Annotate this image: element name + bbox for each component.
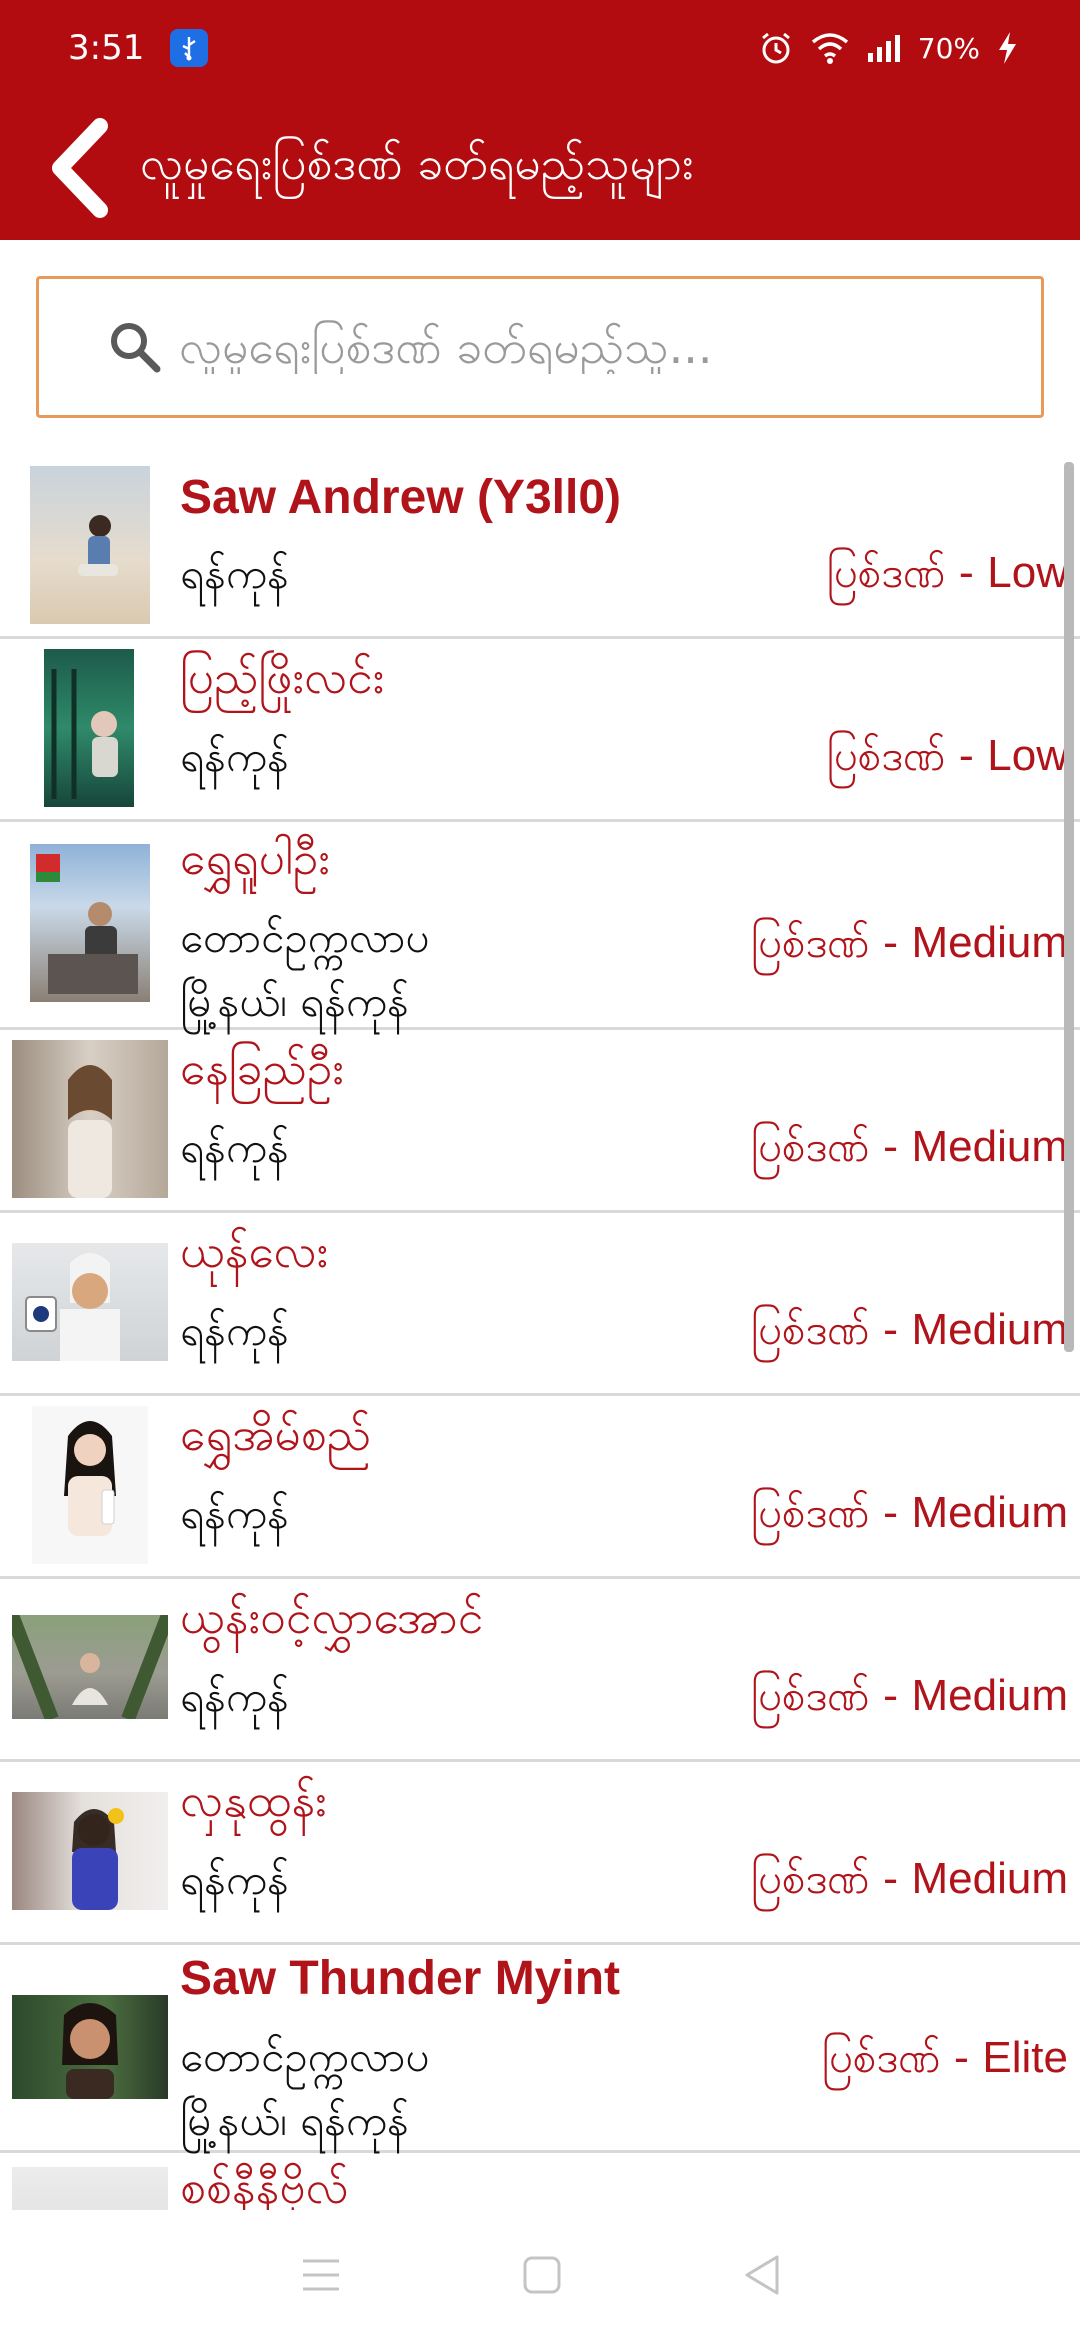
risk-label: ပြစ်ဒဏ် - bbox=[826, 548, 988, 597]
person-name: ပြည့်ဖြိုးလင်း bbox=[180, 650, 385, 704]
risk-level: Medium bbox=[911, 1488, 1069, 1537]
risk-label: ပြစ်ဒဏ် - bbox=[750, 918, 912, 967]
usb-icon bbox=[170, 29, 209, 67]
system-nav-bar bbox=[0, 2210, 1080, 2340]
person-name: ယုန်လေး bbox=[180, 1224, 329, 1278]
person-location: တောင်ဥက္ကလာပ bbox=[180, 2032, 430, 2081]
search-input[interactable] bbox=[179, 320, 959, 374]
avatar bbox=[12, 1243, 168, 1361]
risk-badge: ပြစ်ဒဏ် - Low bbox=[827, 546, 1068, 608]
person-name: လှနုထွန်း bbox=[180, 1773, 327, 1827]
risk-level: Low bbox=[987, 548, 1068, 597]
person-location: ရန်ကုန် bbox=[180, 1855, 289, 1904]
person-name: ရွှေရူပါဦး bbox=[180, 831, 331, 885]
list-item[interactable]: ယုန်လေး ရန်ကုန် ပြစ်ဒဏ် - Medium bbox=[0, 1213, 1080, 1396]
scrollbar[interactable] bbox=[1064, 462, 1074, 1352]
avatar bbox=[12, 2167, 168, 2210]
risk-badge: ပြစ်ဒဏ် - Medium bbox=[751, 1120, 1068, 1182]
person-name: ယွန်းဝင့်လွှာအောင် bbox=[180, 1590, 484, 1644]
back-triangle-icon[interactable] bbox=[741, 2253, 781, 2297]
avatar bbox=[32, 1406, 148, 1564]
person-name: Saw Thunder Myint bbox=[180, 1952, 621, 2005]
avatar bbox=[30, 844, 150, 1002]
risk-badge: ပြစ်ဒဏ် - Medium bbox=[751, 1852, 1068, 1914]
status-time: 3:51 bbox=[68, 28, 145, 68]
risk-level: Medium bbox=[911, 1122, 1069, 1171]
risk-level: Low bbox=[987, 731, 1068, 780]
person-location-line2: မြို့နယ်၊ ရန်ကုန် bbox=[180, 977, 409, 1026]
risk-label: ပြစ်ဒဏ် - bbox=[821, 2033, 983, 2082]
risk-level: Medium bbox=[911, 918, 1069, 967]
risk-badge: ပြစ်ဒဏ် - Elite bbox=[822, 2031, 1068, 2093]
person-location: ရန်ကုန် bbox=[180, 1306, 289, 1355]
risk-label: ပြစ်ဒဏ် - bbox=[750, 1122, 912, 1171]
risk-badge: ပြစ်ဒဏ် - Medium bbox=[751, 1303, 1068, 1365]
person-name: စစ်နီနီဗိုလ် bbox=[180, 2160, 349, 2210]
status-bar: 3:51 70% bbox=[0, 0, 1080, 96]
search-icon bbox=[111, 323, 161, 373]
person-location: တောင်ဥက္ကလာပ bbox=[180, 913, 430, 962]
risk-level: Medium bbox=[911, 1305, 1069, 1354]
list-item[interactable]: ရွှေရူပါဦး တောင်ဥက္ကလာပ မြို့နယ်၊ ရန်ကုန… bbox=[0, 822, 1080, 1030]
list-item[interactable]: လှနုထွန်း ရန်ကုန် ပြစ်ဒဏ် - Medium bbox=[0, 1762, 1080, 1945]
avatar bbox=[12, 1792, 168, 1910]
risk-label: ပြစ်ဒဏ် - bbox=[750, 1305, 912, 1354]
charging-icon bbox=[999, 32, 1016, 64]
person-location: ရန်ကုန် bbox=[180, 549, 289, 598]
avatar bbox=[30, 466, 150, 624]
risk-level: Elite bbox=[982, 2033, 1068, 2082]
risk-label: ပြစ်ဒဏ် - bbox=[826, 731, 988, 780]
risk-badge: ပြစ်ဒဏ် - Medium bbox=[751, 1669, 1068, 1731]
avatar bbox=[12, 1040, 168, 1198]
list-item[interactable]: Saw Thunder Myint တောင်ဥက္ကလာပ မြို့နယ်၊… bbox=[0, 1945, 1080, 2153]
list-item[interactable]: စစ်နီနီဗိုလ် bbox=[0, 2153, 1080, 2210]
risk-label: ပြစ်ဒဏ် - bbox=[750, 1854, 912, 1903]
wifi-icon bbox=[811, 33, 848, 64]
status-right: 70% bbox=[758, 30, 1018, 66]
person-name: Saw Andrew (Y3ll0) bbox=[180, 471, 621, 524]
avatar bbox=[12, 1615, 168, 1719]
status-left: 3:51 bbox=[68, 28, 209, 68]
back-button[interactable] bbox=[20, 96, 140, 240]
risk-label: ပြစ်ဒဏ် - bbox=[750, 1671, 912, 1720]
avatar bbox=[12, 1995, 168, 2099]
person-location-line2: မြို့နယ်၊ ရန်ကုန် bbox=[180, 2096, 409, 2145]
risk-level: Medium bbox=[911, 1854, 1069, 1903]
person-location: ရန်ကုန် bbox=[180, 1672, 289, 1721]
search-box[interactable] bbox=[36, 276, 1044, 418]
app-bar: လူမှုရေးပြစ်ဒဏ် ခတ်ရမည့်သူများ bbox=[0, 96, 1080, 240]
person-location: ရန်ကုန် bbox=[180, 1123, 289, 1172]
home-icon[interactable] bbox=[522, 2255, 562, 2295]
person-location: ရန်ကုန် bbox=[180, 732, 289, 781]
list-item[interactable]: ရွှေအိမ်စည် ရန်ကုန် ပြစ်ဒဏ် - Medium bbox=[0, 1396, 1080, 1579]
page-title: လူမှုရေးပြစ်ဒဏ် ခတ်ရမည့်သူများ bbox=[140, 135, 694, 190]
menu-icon[interactable] bbox=[299, 2255, 343, 2295]
risk-badge: ပြစ်ဒဏ် - Medium bbox=[751, 916, 1068, 978]
person-name: ရွှေအိမ်စည် bbox=[180, 1407, 372, 1461]
signal-icon bbox=[867, 35, 900, 62]
chevron-left-icon bbox=[52, 118, 108, 218]
person-location: ရန်ကုန် bbox=[180, 1489, 289, 1538]
list-item[interactable]: ပြည့်ဖြိုးလင်း ရန်ကုန် ပြစ်ဒဏ် - Low bbox=[0, 639, 1080, 822]
risk-level: Medium bbox=[911, 1671, 1069, 1720]
avatar bbox=[44, 649, 134, 807]
battery-percent: 70% bbox=[917, 31, 980, 65]
list-item[interactable]: Saw Andrew (Y3ll0) ရန်ကုန် ပြစ်ဒဏ် - Low bbox=[0, 456, 1080, 639]
alarm-icon bbox=[761, 32, 790, 64]
risk-badge: ပြစ်ဒဏ် - Low bbox=[827, 729, 1068, 791]
list-item[interactable]: ယွန်းဝင့်လွှာအောင် ရန်ကုန် ပြစ်ဒဏ် - Med… bbox=[0, 1579, 1080, 1762]
risk-badge: ပြစ်ဒဏ် - Medium bbox=[751, 1486, 1068, 1548]
people-list: Saw Andrew (Y3ll0) ရန်ကုန် ပြစ်ဒဏ် - Low… bbox=[0, 456, 1080, 2210]
person-name: နေခြည်ဦး bbox=[180, 1041, 345, 1095]
list-item[interactable]: နေခြည်ဦး ရန်ကုန် ပြစ်ဒဏ် - Medium bbox=[0, 1030, 1080, 1213]
risk-label: ပြစ်ဒဏ် - bbox=[750, 1488, 912, 1537]
